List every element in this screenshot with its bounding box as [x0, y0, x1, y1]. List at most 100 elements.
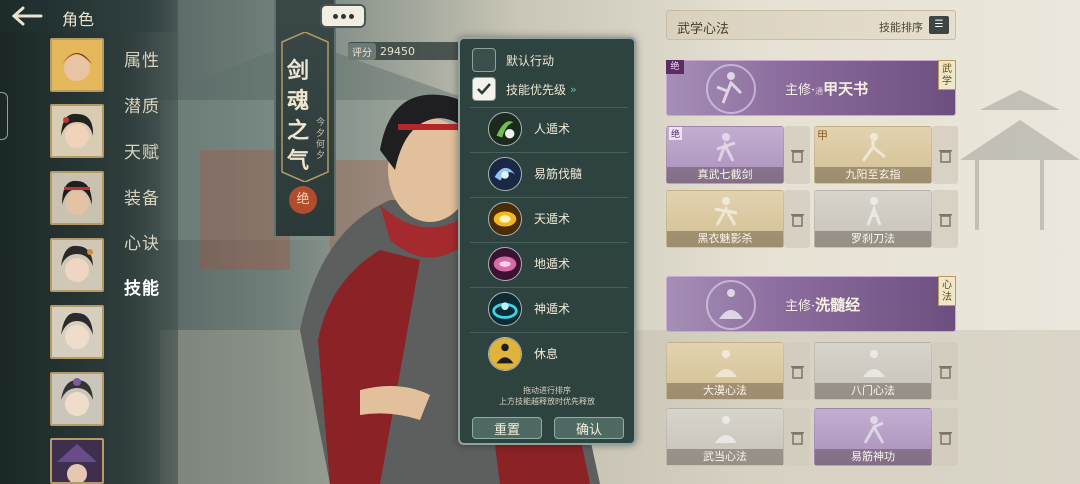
skill-card-label: 武当心法 [667, 449, 783, 465]
skill-name: 神遁术 [534, 302, 571, 316]
avatar [52, 307, 102, 357]
master-name: 甲天书 [823, 80, 869, 98]
divine-escape-icon [488, 291, 522, 326]
trash-icon [790, 431, 804, 445]
menu-attributes[interactable]: 属性 [124, 46, 160, 71]
skill-card[interactable]: 八门心法 [814, 342, 932, 400]
dot-icon [348, 13, 354, 19]
remove-skill-button[interactable] [784, 408, 810, 466]
skill-card-label: 易筋神功 [815, 449, 931, 465]
main-heart-method-title: 主修·洗髓经 [785, 294, 860, 315]
skill-card[interactable]: 黑衣魅影杀 [666, 190, 784, 248]
checkmark-icon [477, 83, 491, 95]
remove-skill-button[interactable] [932, 408, 958, 466]
character-portrait-4[interactable] [50, 238, 104, 292]
martial-figure-icon [866, 197, 882, 226]
martial-figure-icon [863, 416, 885, 444]
menu-potential[interactable]: 潜质 [124, 92, 160, 117]
sort-icon[interactable]: ☰ [929, 16, 949, 34]
chat-button[interactable] [320, 4, 366, 28]
remove-skill-button[interactable] [932, 126, 958, 184]
skill-card-label: 九阳至玄指 [815, 167, 931, 183]
remove-skill-button[interactable] [784, 190, 810, 248]
avatar [52, 440, 102, 482]
tier-badge: 绝 [289, 186, 317, 214]
priority-skill-row[interactable]: 人遁术 [470, 107, 628, 149]
skill-card-label: 八门心法 [815, 383, 931, 399]
skill-priority-label: 技能优先级 [506, 82, 567, 97]
tier-tag: 绝 [669, 127, 683, 140]
character-portrait-6[interactable] [50, 372, 104, 426]
priority-skill-row[interactable]: 休息 [470, 332, 628, 374]
main-martial-art-card[interactable]: 绝 主修·通甲天书 武学 [666, 60, 956, 116]
skill-card[interactable]: 武当心法 [666, 408, 784, 466]
meditation-emblem-icon [706, 280, 756, 330]
menu-talent[interactable]: 天赋 [124, 138, 160, 163]
skill-name: 天遁术 [534, 212, 571, 226]
skill-sort-label[interactable]: 技能排序 [879, 19, 923, 35]
priority-skill-row[interactable]: 天遁术 [470, 197, 628, 239]
skill-name: 地遁术 [534, 257, 571, 271]
master-prefix: 主修· [785, 299, 816, 314]
earth-escape-icon [488, 246, 522, 281]
character-portrait-3[interactable] [50, 171, 104, 225]
avatar [52, 173, 102, 223]
default-action-label: 默认行动 [506, 53, 555, 68]
back-arrow-icon [11, 6, 43, 26]
character-title: 剑魂之气 [286, 58, 309, 174]
back-button[interactable] [6, 4, 46, 28]
menu-skills[interactable]: 技能 [124, 274, 160, 299]
skill-priority-option[interactable]: 技能优先级 » [472, 76, 577, 102]
remove-skill-button[interactable] [784, 342, 810, 400]
skill-card[interactable]: 罗刹刀法 [814, 190, 932, 248]
martial-figure-icon [716, 133, 736, 162]
menu-heart-formula[interactable]: 心诀 [124, 229, 160, 254]
trash-icon [790, 365, 804, 379]
skill-card[interactable]: 大漠心法 [666, 342, 784, 400]
character-banner: 剑魂之气 今夕何夕 绝 [274, 0, 336, 236]
default-action-checkbox[interactable] [472, 48, 496, 72]
reset-button[interactable]: 重置 [472, 417, 542, 439]
avatar [52, 374, 102, 424]
skill-name: 休息 [534, 347, 559, 361]
heaven-escape-icon [488, 201, 522, 236]
tendon-change-icon [488, 156, 522, 191]
priority-skill-row[interactable]: 神遁术 [470, 287, 628, 329]
score-display: 评分 29450 [348, 42, 460, 60]
priority-skill-row[interactable]: 地遁术 [470, 242, 628, 284]
character-portrait-7[interactable] [50, 438, 104, 484]
remove-skill-button[interactable] [932, 342, 958, 400]
side-collapse-tab[interactable] [0, 92, 8, 140]
martial-figure-icon [861, 133, 886, 162]
character-portrait-1[interactable] [50, 38, 104, 92]
skill-card[interactable]: 甲 九阳至玄指 [814, 126, 932, 184]
master-name: 洗髓经 [815, 296, 861, 314]
main-heart-method-card[interactable]: 主修·洗髓经 心法 [666, 276, 956, 332]
avatar [52, 106, 102, 156]
meditation-figure-icon [715, 350, 737, 377]
sort-hint-line2: 上方技能越释放时优先释放 [499, 397, 595, 406]
skill-name: 易筋伐髓 [534, 167, 583, 181]
remove-skill-button[interactable] [784, 126, 810, 184]
remove-skill-button[interactable] [932, 190, 958, 248]
trash-icon [790, 149, 804, 163]
default-action-option[interactable]: 默认行动 [472, 47, 554, 73]
skill-card-label: 真武七截剑 [667, 167, 783, 183]
priority-skill-row[interactable]: 易筋伐髓 [470, 152, 628, 194]
sort-hint-line1: 拖动进行排序 [523, 386, 571, 395]
meditation-figure-icon [863, 350, 885, 377]
skill-priority-checkbox[interactable] [472, 77, 496, 101]
tier-tag: 绝 [666, 60, 684, 74]
sort-hint: 拖动进行排序 上方技能越释放时优先释放 [460, 385, 634, 407]
confirm-button[interactable]: 确认 [554, 417, 624, 439]
double-chevron-icon: » [570, 82, 577, 96]
category-tag: 武学 [938, 60, 956, 90]
skill-card-label: 大漠心法 [667, 383, 783, 399]
character-portrait-2[interactable] [50, 104, 104, 158]
menu-equipment[interactable]: 装备 [124, 184, 160, 209]
character-portrait-5[interactable] [50, 305, 104, 359]
trash-icon [938, 431, 952, 445]
skill-card[interactable]: 绝 真武七截剑 [666, 126, 784, 184]
avatar [52, 40, 102, 90]
skill-card[interactable]: 易筋神功 [814, 408, 932, 466]
